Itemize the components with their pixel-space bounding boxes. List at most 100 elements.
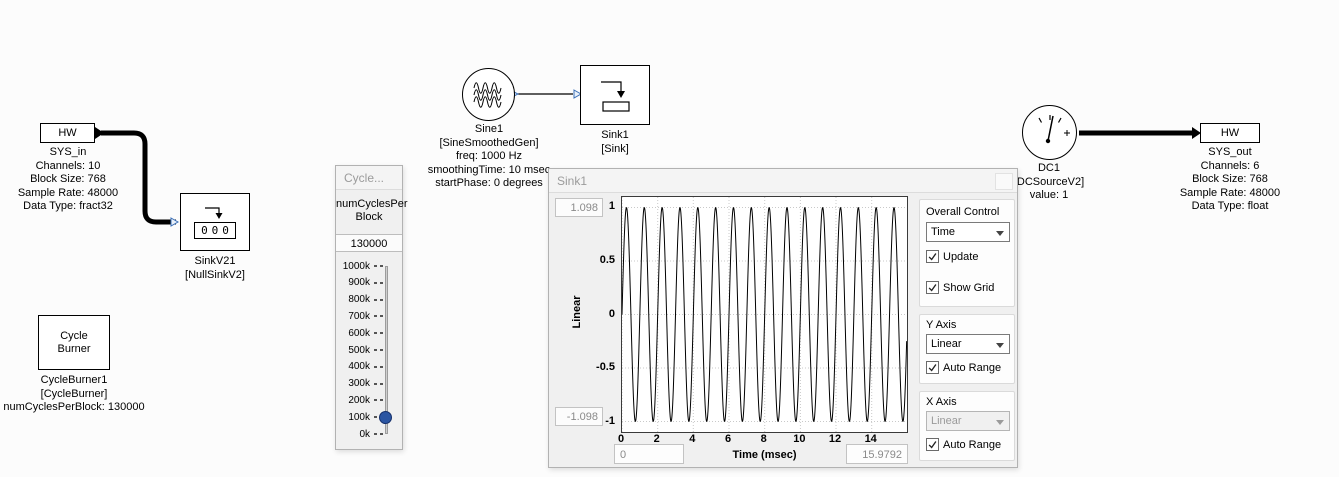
- chevron-down-icon: [996, 231, 1004, 236]
- y-axis-title: Linear: [571, 272, 583, 352]
- window-control-button[interactable]: [995, 173, 1013, 190]
- slider-tick-label: 1000k: [336, 261, 370, 272]
- block-label: Burner: [57, 343, 90, 356]
- show-grid-checkbox-row[interactable]: Show Grid: [926, 281, 994, 294]
- slider-tick-mark: [374, 299, 377, 301]
- slider-tick-label: 700k: [336, 311, 370, 322]
- block-sys-in[interactable]: HW: [40, 123, 95, 143]
- update-checkbox[interactable]: [926, 250, 939, 263]
- block-detail: Sample Rate: 48000: [1150, 187, 1310, 201]
- slider-tick-mark: [374, 332, 377, 334]
- y-tick-label: 0.5: [587, 254, 615, 266]
- block-name: SYS_out: [1150, 146, 1310, 160]
- slider-tick-label: 900k: [336, 277, 370, 288]
- block-sink1[interactable]: [580, 65, 650, 125]
- update-checkbox-row[interactable]: Update: [926, 250, 978, 263]
- x-axis-dropdown: Linear: [926, 411, 1010, 431]
- block-name: SinkV21: [135, 255, 295, 269]
- x-min-input[interactable]: 0: [614, 444, 684, 464]
- block-sinkv21[interactable]: 000: [180, 193, 250, 251]
- slider-tick-label: 100k: [336, 412, 370, 423]
- slider-tick-row: 700k: [336, 310, 402, 322]
- x-auto-range-checkbox[interactable]: [926, 438, 939, 451]
- plot-area: [621, 196, 908, 433]
- block-sys-out[interactable]: HW: [1200, 123, 1260, 143]
- slider-tick-label: 500k: [336, 345, 370, 356]
- sink-arrow-icon: [202, 205, 228, 220]
- cycle-slider-window: Cycle... numCyclesPer Block 130000 1000k…: [335, 165, 403, 450]
- slider-tick-row: 600k: [336, 327, 402, 339]
- sink-icon: [591, 73, 639, 117]
- counter-display: 000: [194, 222, 236, 239]
- slider-tick-mark: [374, 315, 377, 317]
- block-name: Sink1: [535, 129, 695, 143]
- block-detail: Channels: 6: [1150, 160, 1310, 174]
- sysin-output-arrow-icon: [95, 127, 104, 139]
- block-detail: smoothingTime: 10 msec: [409, 164, 569, 178]
- sink1-caption: Sink1 [Sink]: [535, 129, 695, 156]
- sys-out-caption: SYS_out Channels: 6Block Size: 768Sample…: [1150, 146, 1310, 214]
- slider-tick-label: 0k: [336, 429, 370, 440]
- x-tick-label: 8: [761, 433, 767, 445]
- slider-tick-label: 300k: [336, 378, 370, 389]
- slider-tick-mark: [374, 433, 377, 435]
- y-axis-group-label: Y Axis: [926, 319, 956, 331]
- slider-handle[interactable]: [379, 411, 392, 424]
- slider-tick-mark: [374, 416, 377, 418]
- x-tick-label: 12: [829, 433, 841, 445]
- block-cycle-burner[interactable]: Cycle Burner: [38, 315, 110, 370]
- checkbox-label: Show Grid: [943, 282, 994, 294]
- slider-tick-mark: [374, 265, 377, 267]
- plot-window-titlebar[interactable]: Sink1: [549, 169, 1017, 193]
- slider-tick-label: 800k: [336, 294, 370, 305]
- y-auto-range-row[interactable]: Auto Range: [926, 361, 1001, 374]
- block-label: Cycle: [60, 330, 88, 343]
- slider-tick-row: 800k: [336, 294, 402, 306]
- overall-control-label: Overall Control: [926, 206, 999, 218]
- slider-tick-row: 200k: [336, 394, 402, 406]
- block-detail: startPhase: 0 degrees: [409, 177, 569, 191]
- x-tick-label: 4: [689, 433, 695, 445]
- slider-track[interactable]: [385, 266, 388, 434]
- sink1-plot-window: Sink1 1.098 -1.098 Linear 10.50-0.5-1 02…: [548, 168, 1018, 468]
- block-type: [NullSinkV2]: [135, 269, 295, 283]
- checkbox-label: Update: [943, 251, 978, 263]
- y-auto-range-checkbox[interactable]: [926, 361, 939, 374]
- block-dc1[interactable]: [1022, 105, 1077, 160]
- sys-in-caption: SYS_in Channels: 10Block Size: 768Sample…: [0, 146, 148, 214]
- show-grid-checkbox[interactable]: [926, 281, 939, 294]
- slider-tick-row: 500k: [336, 344, 402, 356]
- hw-tab-label: HW: [58, 127, 76, 139]
- sinkv21-input-port-icon: [171, 218, 178, 226]
- slider-tick-row: 0k: [336, 428, 402, 440]
- y-axis-dropdown[interactable]: Linear: [926, 334, 1010, 354]
- checkbox-label: Auto Range: [943, 362, 1001, 374]
- param-value-field[interactable]: 130000: [336, 234, 402, 252]
- y-tick-label: 0: [587, 308, 615, 320]
- slider-window-titlebar[interactable]: Cycle...: [336, 166, 402, 190]
- block-sine1[interactable]: [462, 68, 515, 121]
- slider-tick-row: 900k: [336, 277, 402, 289]
- chevron-down-icon: [996, 343, 1004, 348]
- meter-icon: [1025, 108, 1075, 158]
- hw-tab-label: HW: [1221, 127, 1239, 139]
- x-axis-group-label: X Axis: [926, 396, 957, 408]
- x-tick-label: 10: [793, 433, 805, 445]
- slider-tick-mark: [374, 282, 377, 284]
- y-tick-label: 1: [587, 200, 615, 212]
- slider-tick-mark: [374, 366, 377, 368]
- slider-tick-label: 600k: [336, 328, 370, 339]
- block-detail: Block Size: 768: [1150, 173, 1310, 187]
- x-axis-group: X Axis Linear Auto Range: [919, 391, 1015, 461]
- y-axis-group: Y Axis Linear Auto Range: [919, 314, 1015, 384]
- block-detail: Channels: 10: [0, 160, 148, 174]
- block-detail: Data Type: fract32: [0, 200, 148, 214]
- block-name: SYS_in: [0, 146, 148, 160]
- block-name: CycleBurner1: [0, 374, 154, 388]
- block-detail: Sample Rate: 48000: [0, 187, 148, 201]
- param-name-label: numCyclesPer Block: [336, 198, 402, 224]
- slider-tick-row: 400k: [336, 361, 402, 373]
- x-max-input[interactable]: 15.9792: [846, 444, 908, 464]
- x-auto-range-row[interactable]: Auto Range: [926, 438, 1001, 451]
- overall-control-dropdown[interactable]: Time: [926, 222, 1010, 242]
